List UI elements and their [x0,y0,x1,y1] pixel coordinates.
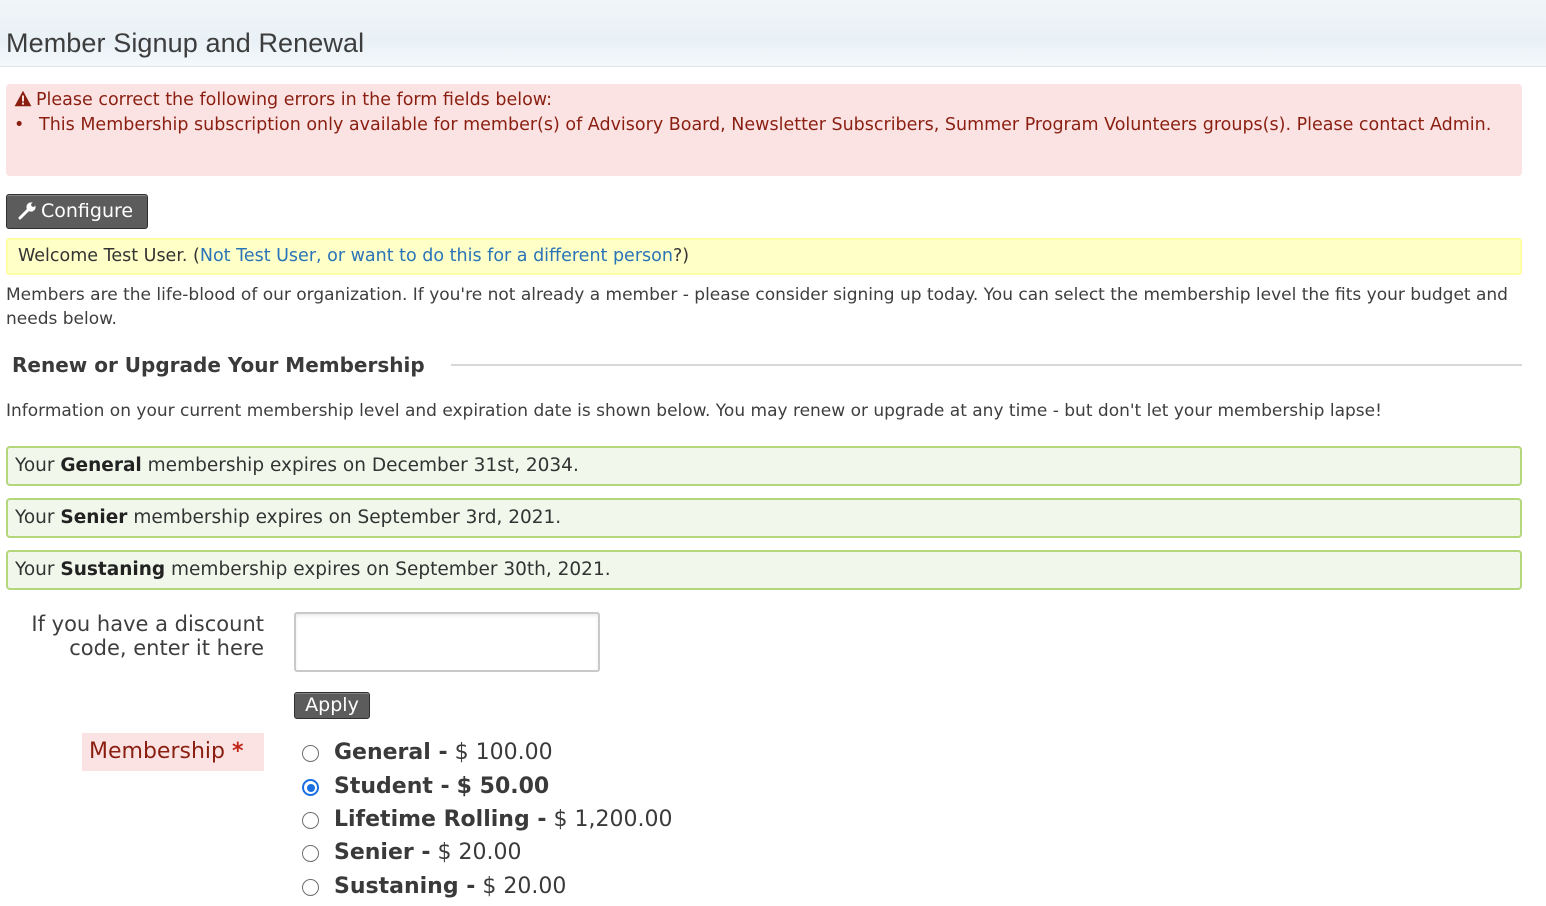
status-suffix: membership expires on September 3rd, 202… [127,507,562,528]
apply-button[interactable]: Apply [294,692,370,719]
legend-divider [451,364,1522,366]
error-heading: Please correct the following errors in t… [14,88,552,113]
configure-button[interactable]: Configure [6,194,148,229]
wrench-icon [18,198,37,220]
membership-status-sustaning: Your Sustaning membership expires on Sep… [6,550,1522,590]
error-heading-text: Please correct the following errors in t… [36,90,553,110]
radio-button[interactable] [302,845,319,862]
option-price: $ 50.00 [456,774,550,799]
option-name: Sustaning - [334,874,476,899]
option-price: $ 20.00 [437,840,522,865]
membership-label: Membership * [82,733,264,771]
welcome-suffix: ?) [672,246,690,266]
configure-label: Configure [41,200,134,222]
option-name: Lifetime Rolling - [334,807,547,832]
error-list: • This Membership subscription only avai… [14,113,1509,138]
option-price: $ 20.00 [482,874,567,899]
status-prefix: Your [15,455,61,476]
bullet-icon: • [14,115,25,135]
status-suffix: membership expires on September 30th, 20… [165,559,611,580]
status-level: General [60,455,142,476]
required-marker: * [231,739,244,764]
error-item: • This Membership subscription only avai… [14,113,1509,138]
radio-button[interactable] [302,812,319,829]
discount-code-input[interactable] [294,612,600,672]
page-title: Member Signup and Renewal [6,28,365,58]
membership-status-senier: Your Senier membership expires on Septem… [6,498,1522,538]
option-price: $ 100.00 [454,740,553,765]
error-message-box: Please correct the following errors in t… [6,84,1522,176]
membership-status-general: Your General membership expires on Decem… [6,446,1522,486]
discount-code-label: If you have a discount code, enter it he… [31,612,264,660]
radio-button[interactable] [302,879,319,896]
intro-text: Members are the life-blood of our organi… [6,285,1508,329]
radio-button[interactable] [302,745,319,762]
status-level: Senier [60,507,128,528]
warning-icon [14,90,32,107]
option-name: Senier - [334,840,431,865]
different-person-link[interactable]: Not Test User, or want to do this for a … [200,246,673,266]
error-item-text: This Membership subscription only availa… [39,115,1492,135]
radio-button-selected[interactable] [302,779,319,796]
membership-label-text: Membership [89,739,225,764]
welcome-prefix: Welcome Test User. ( [18,246,200,266]
welcome-notice: Welcome Test User. (Not Test User, or wa… [6,238,1522,275]
option-price: $ 1,200.00 [553,807,673,832]
renewal-info-text: Information on your current membership l… [6,401,1382,421]
status-suffix: membership expires on December 31st, 203… [141,455,579,476]
option-name: Student - [334,774,450,799]
page-header: Member Signup and Renewal [0,0,1546,67]
status-level: Sustaning [60,559,166,580]
status-prefix: Your [15,507,61,528]
option-name: General - [334,740,448,765]
status-prefix: Your [15,559,61,580]
renewal-legend: Renew or Upgrade Your Membership [12,353,425,377]
